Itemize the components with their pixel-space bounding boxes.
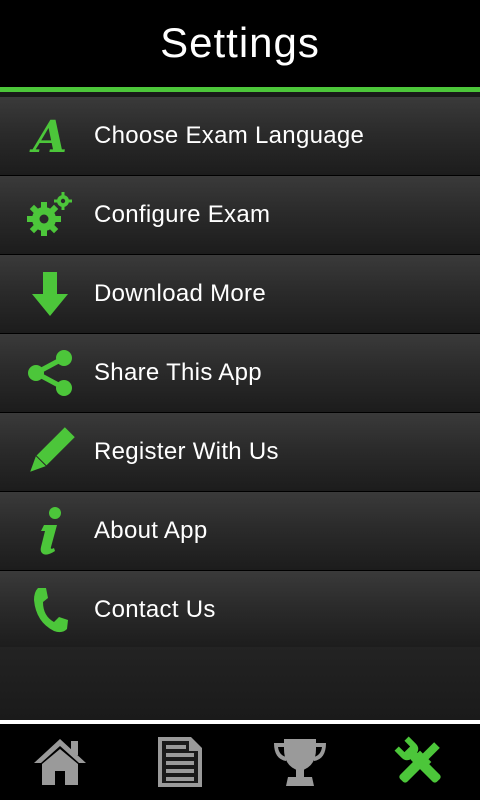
menu-item-about-app[interactable]: About App [0,492,480,571]
tab-home[interactable] [0,724,120,800]
share-icon [24,347,76,399]
menu-item-download-more[interactable]: Download More [0,255,480,334]
tab-settings[interactable] [360,724,480,800]
page-title: Settings [160,18,320,66]
tools-icon [392,734,448,790]
menu-item-label: Register With Us [94,438,279,465]
menu-item-label: Configure Exam [94,201,271,228]
phone-icon [24,584,76,636]
menu-item-register-with-us[interactable]: Register With Us [0,413,480,492]
menu-item-configure-exam[interactable]: Configure Exam [0,176,480,255]
bottom-tab-bar [0,720,480,800]
settings-list: A Choose Exam Language Configure Exam Do… [0,97,480,650]
svg-text:A: A [29,112,67,162]
menu-item-choose-exam-language[interactable]: A Choose Exam Language [0,97,480,176]
font-a-icon: A [24,110,76,162]
gears-icon [24,189,76,241]
info-icon [24,505,76,557]
menu-item-contact-us[interactable]: Contact Us [0,571,480,650]
list-empty-area [0,647,480,720]
menu-item-label: Share This App [94,359,262,386]
pencil-icon [24,426,76,478]
menu-item-label: Choose Exam Language [94,122,365,149]
tab-documents[interactable] [120,724,240,800]
tab-trophies[interactable] [240,724,360,800]
trophy-icon [272,735,328,789]
document-icon [155,735,205,789]
header-bar: Settings [0,0,480,92]
download-arrow-icon [24,268,76,320]
menu-item-label: Download More [94,280,266,307]
menu-item-label: About App [94,517,208,544]
home-icon [33,736,87,788]
menu-item-share-this-app[interactable]: Share This App [0,334,480,413]
menu-item-label: Contact Us [94,596,216,623]
